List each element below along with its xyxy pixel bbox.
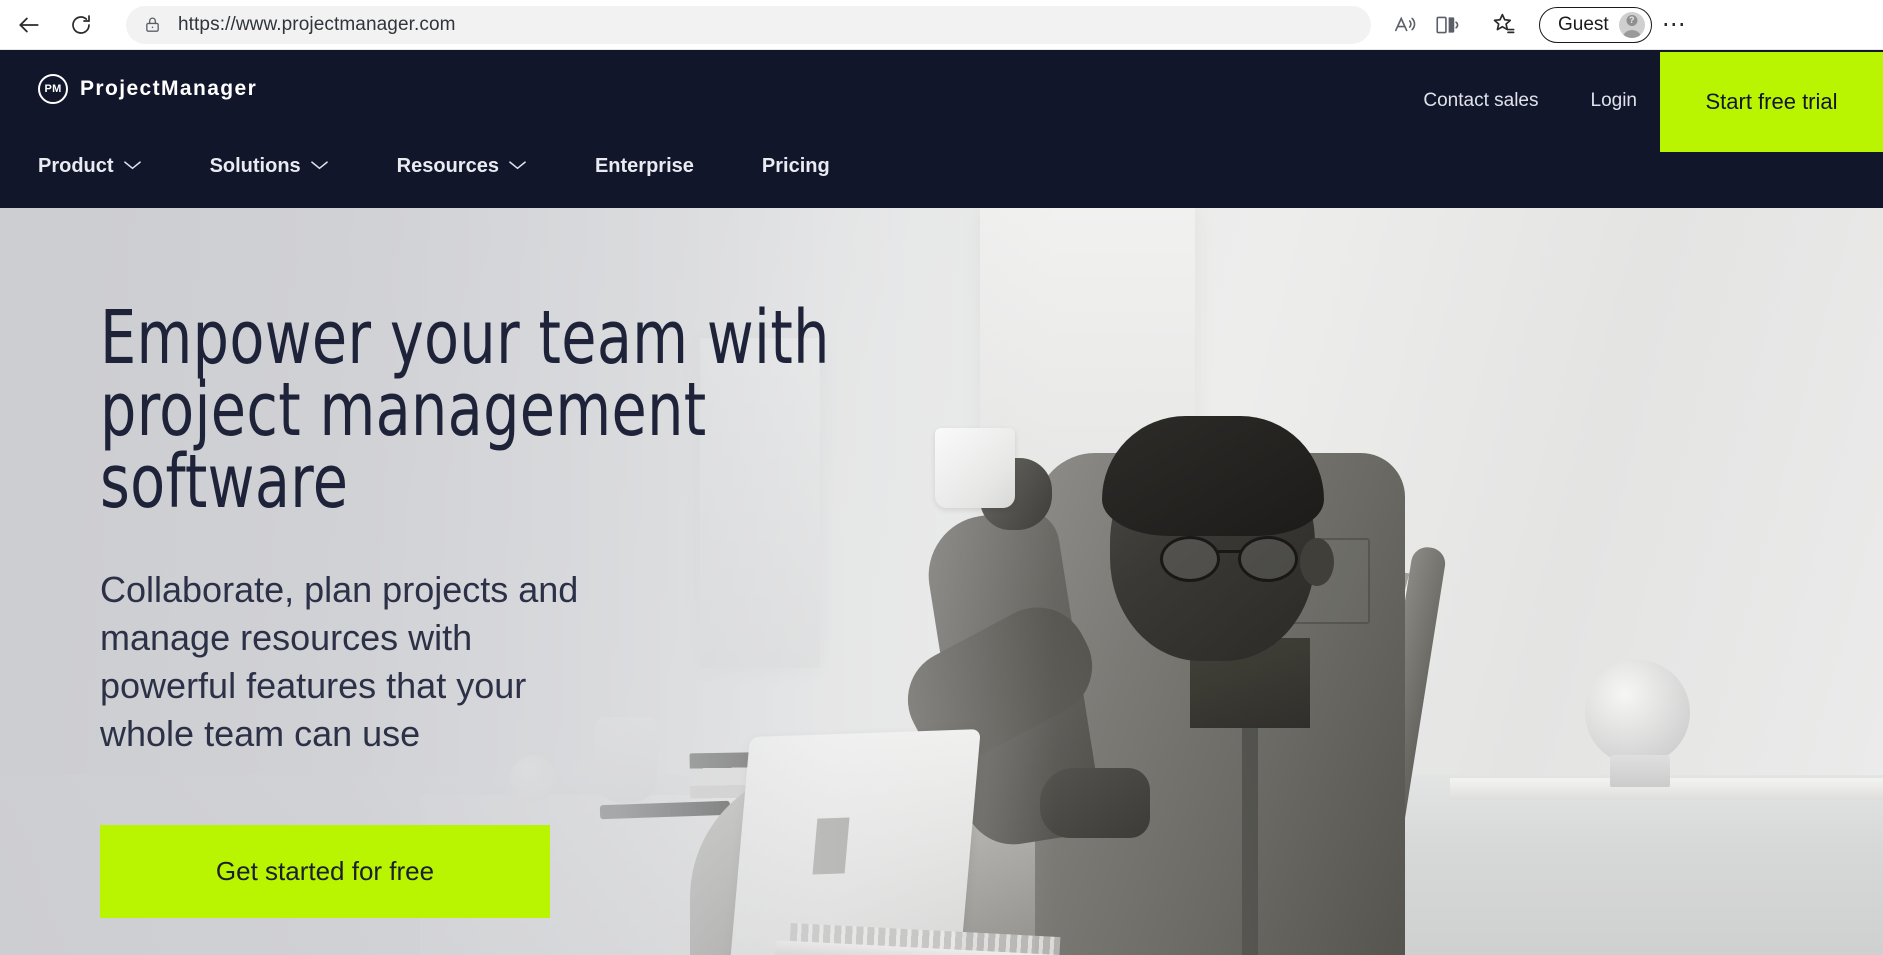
address-bar[interactable]: https://www.projectmanager.com — [126, 5, 1371, 44]
url-text[interactable]: https://www.projectmanager.com — [178, 14, 456, 36]
nav-item-enterprise-label: Enterprise — [594, 155, 694, 177]
nav-item-product-label: Product — [38, 155, 114, 177]
nav-item-solutions-label: Solutions — [209, 155, 301, 177]
get-started-button[interactable]: Get started for free — [100, 825, 550, 918]
logo-wordmark: ProjectManager — [80, 77, 258, 100]
nav-item-resources-label: Resources — [396, 155, 499, 177]
nav-item-pricing-label: Pricing — [761, 155, 830, 177]
nav-item-solutions[interactable]: Solutions — [210, 155, 329, 178]
favorites-star-icon[interactable] — [1483, 5, 1523, 45]
reload-icon — [69, 13, 93, 37]
browser-toolbar: https://www.projectmanager.com Guest ? ⋯ — [0, 0, 1883, 50]
start-free-trial-button[interactable]: Start free trial — [1660, 52, 1883, 152]
nav-login[interactable]: Login — [1591, 90, 1638, 112]
back-button[interactable] — [6, 2, 52, 48]
profile-label: Guest — [1558, 13, 1609, 35]
nav-item-pricing[interactable]: Pricing — [762, 155, 830, 178]
utility-nav: Contact sales Login — [1423, 50, 1637, 152]
chevron-down-icon — [508, 158, 527, 176]
page-title: Empower your team with project managemen… — [100, 295, 830, 525]
site-logo[interactable]: PM ProjectManager — [38, 74, 257, 104]
immersive-reader-icon[interactable] — [1427, 5, 1467, 45]
more-options-icon[interactable]: ⋯ — [1662, 12, 1688, 37]
hero-content: Empower your team with project managemen… — [100, 295, 1100, 758]
nav-item-enterprise[interactable]: Enterprise — [595, 155, 694, 178]
nav-contact-sales[interactable]: Contact sales — [1423, 90, 1538, 112]
hero-subheading: Collaborate, plan projects and manage re… — [100, 569, 579, 754]
hero-section: Empower your team with project managemen… — [0, 208, 1883, 955]
read-aloud-icon[interactable] — [1385, 5, 1425, 45]
chevron-down-icon — [310, 158, 329, 176]
nav-item-resources[interactable]: Resources — [397, 155, 527, 178]
chevron-down-icon — [123, 158, 142, 176]
pm-logo-icon: PM — [38, 74, 68, 104]
back-arrow-icon — [16, 12, 42, 38]
lock-icon — [140, 13, 164, 37]
site-header: PM ProjectManager Contact sales Login St… — [0, 50, 1883, 208]
profile-button[interactable]: Guest ? — [1539, 6, 1652, 43]
nav-item-product[interactable]: Product — [38, 155, 142, 178]
main-nav: Product Solutions Resources Enterprise P… — [38, 155, 830, 178]
reload-button[interactable] — [58, 2, 104, 48]
guest-avatar-icon: ? — [1618, 11, 1645, 38]
